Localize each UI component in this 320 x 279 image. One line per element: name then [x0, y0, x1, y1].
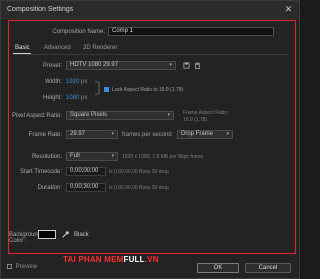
tab-advanced[interactable]: Advanced [44, 45, 71, 51]
pixel-aspect-value: Square Pixels [70, 112, 108, 118]
preset-label: Preset: [42, 63, 62, 69]
height-field[interactable]: 1080 px [66, 95, 87, 101]
link-icon [95, 81, 100, 95]
comp-name-label: Composition Name: [52, 29, 105, 35]
composition-settings-dialog: Composition Settings ✕ Composition Name:… [0, 0, 300, 279]
preview-label: Preview [15, 264, 38, 271]
chevron-down-icon: ▾ [111, 131, 114, 137]
tab-divider [13, 54, 289, 55]
comp-name-input[interactable]: Comp 1 [108, 27, 274, 36]
background-color-swatch[interactable] [38, 230, 56, 239]
height-unit: px [81, 95, 88, 101]
close-icon[interactable]: ✕ [283, 4, 294, 15]
lock-aspect-checkbox[interactable] [104, 87, 109, 92]
start-timecode-input[interactable]: 0;00;00;00 [66, 167, 106, 176]
preview-toggle[interactable]: Preview [7, 264, 37, 270]
save-preset-icon[interactable] [183, 62, 190, 69]
brand-text-3: .VN [144, 255, 159, 264]
width-value[interactable]: 1920 [66, 79, 79, 85]
brand-text-1: TAI PHAN MEM [63, 255, 124, 264]
lock-aspect-label: Lock Aspect Ratio to 16:9 (1.78) [112, 87, 184, 93]
chevron-down-icon: ▾ [111, 153, 114, 159]
tab-3d-renderer[interactable]: 3D Renderer [83, 45, 117, 51]
background-color-label: Background Color: [9, 232, 42, 244]
brand-text-2: FULL [123, 255, 145, 264]
pixel-aspect-dropdown[interactable]: Square Pixels ▾ [66, 111, 174, 120]
duration-label: Duration: [37, 185, 62, 191]
duration-input[interactable]: 0;00;30;00 [66, 183, 106, 192]
preset-value: HDTV 1080 29.97 [70, 62, 119, 68]
width-unit: px [81, 79, 88, 85]
resolution-label: Resolution: [31, 154, 62, 160]
background-color-name: Black [74, 232, 89, 238]
cancel-button[interactable]: Cancel [245, 263, 291, 273]
title-bar: Composition Settings ✕ [1, 1, 299, 19]
chevron-down-icon: ▾ [169, 62, 172, 68]
preview-checkbox[interactable] [7, 264, 12, 269]
height-value[interactable]: 1080 [66, 95, 79, 101]
preset-dropdown[interactable]: HDTV 1080 29.97 ▾ [66, 61, 176, 70]
start-timecode-note: is 0;00;00;00 Base 30 drop [109, 169, 169, 175]
window-title: Composition Settings [7, 6, 74, 13]
frame-aspect-value: 16:9 (1.78) [183, 117, 208, 123]
chevron-down-icon: ▾ [226, 131, 229, 137]
resolution-value: Full [70, 153, 80, 159]
frame-rate-value: 29.97 [70, 131, 86, 137]
resolution-info: 1920 x 1080, 7.9 MB per 8bpc frame [122, 154, 204, 160]
watermark-logo: TAI PHAN MEMFULL.VN [63, 255, 159, 267]
height-label: Height: [42, 95, 62, 101]
frame-rate-unit: frames per second [122, 132, 172, 138]
drop-frame-dropdown[interactable]: Drop Frame ▾ [177, 130, 233, 139]
width-field[interactable]: 1920 px [66, 79, 87, 85]
resolution-dropdown[interactable]: Full ▾ [66, 152, 118, 161]
eyedropper-icon[interactable] [61, 230, 70, 239]
tab-basic[interactable]: Basic [15, 45, 30, 51]
chevron-down-icon: ▾ [167, 112, 170, 118]
start-timecode-label: Start Timecode: [19, 169, 62, 175]
duration-note: is 0;00;30;00 Base 30 drop [109, 185, 169, 191]
frame-aspect-label: Frame Aspect Ratio: [183, 110, 229, 116]
frame-rate-dropdown[interactable]: 29.97 ▾ [66, 130, 118, 139]
ok-button[interactable]: OK [197, 263, 239, 273]
frame-rate-label: Frame Rate: [28, 132, 62, 138]
delete-preset-icon[interactable] [194, 62, 201, 69]
width-label: Width: [44, 79, 62, 85]
pixel-aspect-label: Pixel Aspect Ratio: [11, 113, 62, 119]
drop-frame-value: Drop Frame [181, 131, 214, 137]
